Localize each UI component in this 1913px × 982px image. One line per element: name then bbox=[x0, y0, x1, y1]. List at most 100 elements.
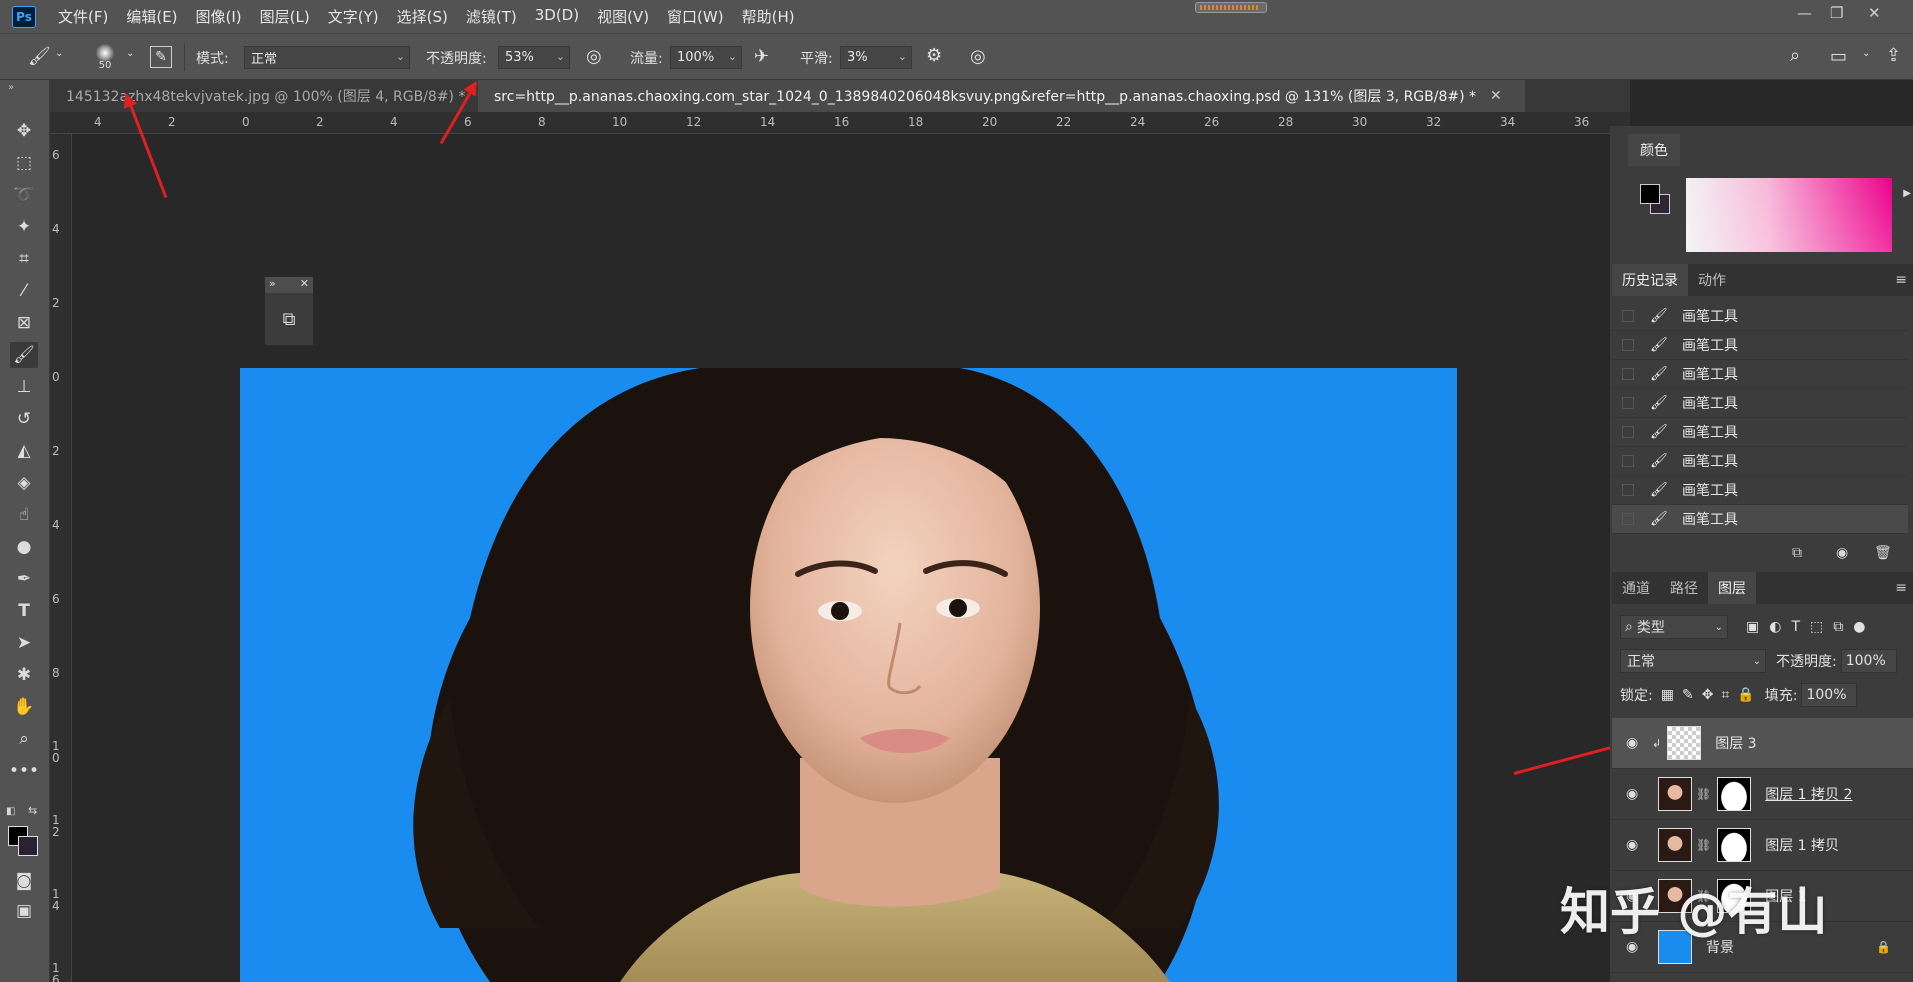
layer-filter-dropdown[interactable]: ⌕ 类型 ⌄ bbox=[1620, 615, 1728, 639]
expand-icon[interactable]: » bbox=[269, 277, 276, 293]
history-item[interactable]: 🖌 画笔工具 bbox=[1612, 360, 1908, 389]
background-color-swatch[interactable] bbox=[18, 836, 38, 856]
panel-menu-icon[interactable]: ≡ bbox=[1895, 272, 1907, 288]
layer-mask-thumbnail[interactable] bbox=[1717, 828, 1752, 862]
brush-tool-icon[interactable]: 🖌 bbox=[28, 46, 51, 67]
menu-3d[interactable]: 3D(D) bbox=[535, 6, 579, 27]
dodge-tool-icon[interactable]: ● bbox=[10, 534, 38, 560]
layer-row[interactable]: ◉ ⛓ 图层 1 拷贝 2 bbox=[1612, 769, 1913, 820]
type-filter-icon[interactable]: T bbox=[1791, 619, 1800, 635]
fill-field[interactable]: 100% bbox=[1801, 683, 1858, 707]
workspace-icon[interactable]: ▭ bbox=[1830, 46, 1847, 67]
paint-bucket-tool-icon[interactable]: ◈ bbox=[10, 470, 38, 496]
tab-paths[interactable]: 路径 bbox=[1660, 572, 1708, 604]
document-tab[interactable]: 145132azhx48tekvjvatek.jpg @ 100% (图层 4,… bbox=[50, 80, 491, 112]
history-checkbox[interactable] bbox=[1622, 397, 1634, 409]
menu-type[interactable]: 文字(Y) bbox=[328, 6, 379, 27]
crop-tool-icon[interactable]: ⌗ bbox=[10, 246, 38, 272]
layer-opacity-field[interactable]: 100% bbox=[1840, 649, 1897, 673]
document-tab-active[interactable]: src=http__p.ananas.chaoxing.com_star_102… bbox=[478, 80, 1525, 112]
history-item[interactable]: 🖌 画笔工具 bbox=[1612, 331, 1908, 360]
smart-object-filter-icon[interactable]: ⧉ bbox=[1833, 619, 1843, 635]
path-select-tool-icon[interactable]: ➤ bbox=[10, 630, 38, 656]
chevron-down-icon[interactable]: ⌄ bbox=[1862, 48, 1870, 59]
minimize-icon[interactable]: — bbox=[1797, 4, 1812, 22]
3d-cube-icon[interactable]: ⧉ bbox=[265, 293, 313, 345]
color-spectrum-field[interactable] bbox=[1686, 178, 1892, 252]
search-icon[interactable]: ⌕ bbox=[1790, 45, 1800, 66]
magic-wand-tool-icon[interactable]: ✦ bbox=[10, 214, 38, 240]
menu-view[interactable]: 视图(V) bbox=[597, 6, 649, 27]
marquee-tool-icon[interactable]: ⬚ bbox=[10, 150, 38, 176]
tab-color[interactable]: 颜色 bbox=[1628, 134, 1680, 166]
shape-tool-icon[interactable]: ✱ bbox=[10, 662, 38, 688]
share-icon[interactable]: ⇪ bbox=[1886, 45, 1901, 66]
history-item[interactable]: 🖌 画笔工具 bbox=[1612, 447, 1908, 476]
stamp-tool-icon[interactable]: ⊥ bbox=[10, 374, 38, 400]
shape-filter-icon[interactable]: ⬚ bbox=[1810, 619, 1823, 635]
tab-layers[interactable]: 图层 bbox=[1708, 572, 1756, 604]
move-tool-icon[interactable]: ✥ bbox=[10, 118, 38, 144]
menu-edit[interactable]: 编辑(E) bbox=[126, 6, 177, 27]
history-item[interactable]: 🖌 画笔工具 bbox=[1612, 302, 1908, 331]
panel-menu-icon[interactable]: ≡ bbox=[1895, 580, 1907, 596]
close-icon[interactable]: ✕ bbox=[1490, 88, 1502, 104]
lock-position-icon[interactable]: ✥ bbox=[1702, 687, 1714, 703]
history-item[interactable]: 🖌 画笔工具 bbox=[1612, 389, 1908, 418]
new-document-from-state-icon[interactable]: ⧉ bbox=[1792, 545, 1802, 561]
history-item[interactable]: 🖌 画笔工具 bbox=[1612, 418, 1908, 447]
menu-file[interactable]: 文件(F) bbox=[58, 6, 108, 27]
panel-menu-icon[interactable]: ▶ bbox=[1903, 188, 1911, 199]
collapse-icon[interactable]: » bbox=[8, 82, 14, 93]
history-checkbox[interactable] bbox=[1622, 339, 1634, 351]
history-checkbox[interactable] bbox=[1622, 310, 1634, 322]
lasso-tool-icon[interactable]: ➰ bbox=[10, 182, 38, 208]
lock-artboard-icon[interactable]: ⌗ bbox=[1721, 687, 1729, 703]
tab-channels[interactable]: 通道 bbox=[1612, 572, 1660, 604]
history-checkbox[interactable] bbox=[1622, 484, 1634, 496]
image-filter-icon[interactable]: ▣ bbox=[1746, 619, 1759, 635]
airbrush-icon[interactable]: ✈ bbox=[754, 46, 769, 67]
flow-field[interactable]: 100% ⌄ bbox=[670, 46, 742, 69]
history-checkbox[interactable] bbox=[1622, 368, 1634, 380]
pressure-opacity-icon[interactable]: ◎ bbox=[586, 46, 602, 67]
smooth-field[interactable]: 3% ⌄ bbox=[840, 46, 912, 69]
quick-mask-icon[interactable]: ◙ bbox=[10, 868, 38, 894]
close-window-icon[interactable]: ✕ bbox=[1868, 4, 1881, 22]
smudge-tool-icon[interactable]: ☝ bbox=[10, 502, 38, 528]
tab-history[interactable]: 历史记录 bbox=[1612, 264, 1688, 296]
screen-mode-icon[interactable]: ▣ bbox=[10, 898, 38, 924]
history-item-current[interactable]: 🖌 画笔工具 bbox=[1612, 505, 1908, 534]
brush-preset-picker[interactable]: 50 bbox=[96, 34, 114, 81]
history-checkbox[interactable] bbox=[1622, 513, 1634, 525]
eye-icon[interactable]: ◉ bbox=[1626, 735, 1642, 751]
camera-icon[interactable]: ◉ bbox=[1836, 545, 1848, 561]
frame-tool-icon[interactable]: ⊠ bbox=[10, 310, 38, 336]
hand-tool-icon[interactable]: ✋ bbox=[10, 694, 38, 720]
layer-row[interactable]: ◉ ⛓ 图层 1 拷贝 bbox=[1612, 820, 1913, 871]
eye-icon[interactable]: ◉ bbox=[1626, 837, 1642, 853]
mode-dropdown[interactable]: 正常 ⌄ bbox=[244, 46, 410, 69]
filter-toggle-icon[interactable]: ● bbox=[1853, 619, 1865, 635]
menu-image[interactable]: 图像(I) bbox=[196, 6, 242, 27]
lock-all-icon[interactable]: 🔒 bbox=[1737, 687, 1754, 703]
adjustment-filter-icon[interactable]: ◐ bbox=[1769, 619, 1781, 635]
menu-window[interactable]: 窗口(W) bbox=[667, 6, 724, 27]
swap-colors-icon[interactable]: ⇆ bbox=[28, 804, 37, 817]
layer-row-selected[interactable]: ◉ ↲ 图层 3 bbox=[1612, 718, 1913, 769]
restore-icon[interactable]: ❐ bbox=[1830, 4, 1843, 22]
pressure-size-icon[interactable]: ◎ bbox=[970, 46, 986, 67]
eye-icon[interactable]: ◉ bbox=[1626, 786, 1642, 802]
layer-mask-thumbnail[interactable] bbox=[1717, 777, 1752, 811]
type-tool-icon[interactable]: T bbox=[10, 598, 38, 624]
tab-actions[interactable]: 动作 bbox=[1688, 264, 1736, 296]
close-icon[interactable]: ✕ bbox=[300, 277, 309, 293]
document-canvas[interactable] bbox=[240, 368, 1457, 982]
opacity-field[interactable]: 53% ⌄ bbox=[498, 46, 570, 69]
history-item[interactable]: 🖌 画笔工具 bbox=[1612, 476, 1908, 505]
menu-filter[interactable]: 滤镜(T) bbox=[466, 6, 517, 27]
default-colors-icon[interactable]: ◧ bbox=[6, 806, 15, 817]
blend-mode-dropdown[interactable]: 正常 ⌄ bbox=[1620, 649, 1766, 673]
menu-select[interactable]: 选择(S) bbox=[397, 6, 448, 27]
eyedropper-tool-icon[interactable]: ⁄ bbox=[10, 278, 38, 304]
